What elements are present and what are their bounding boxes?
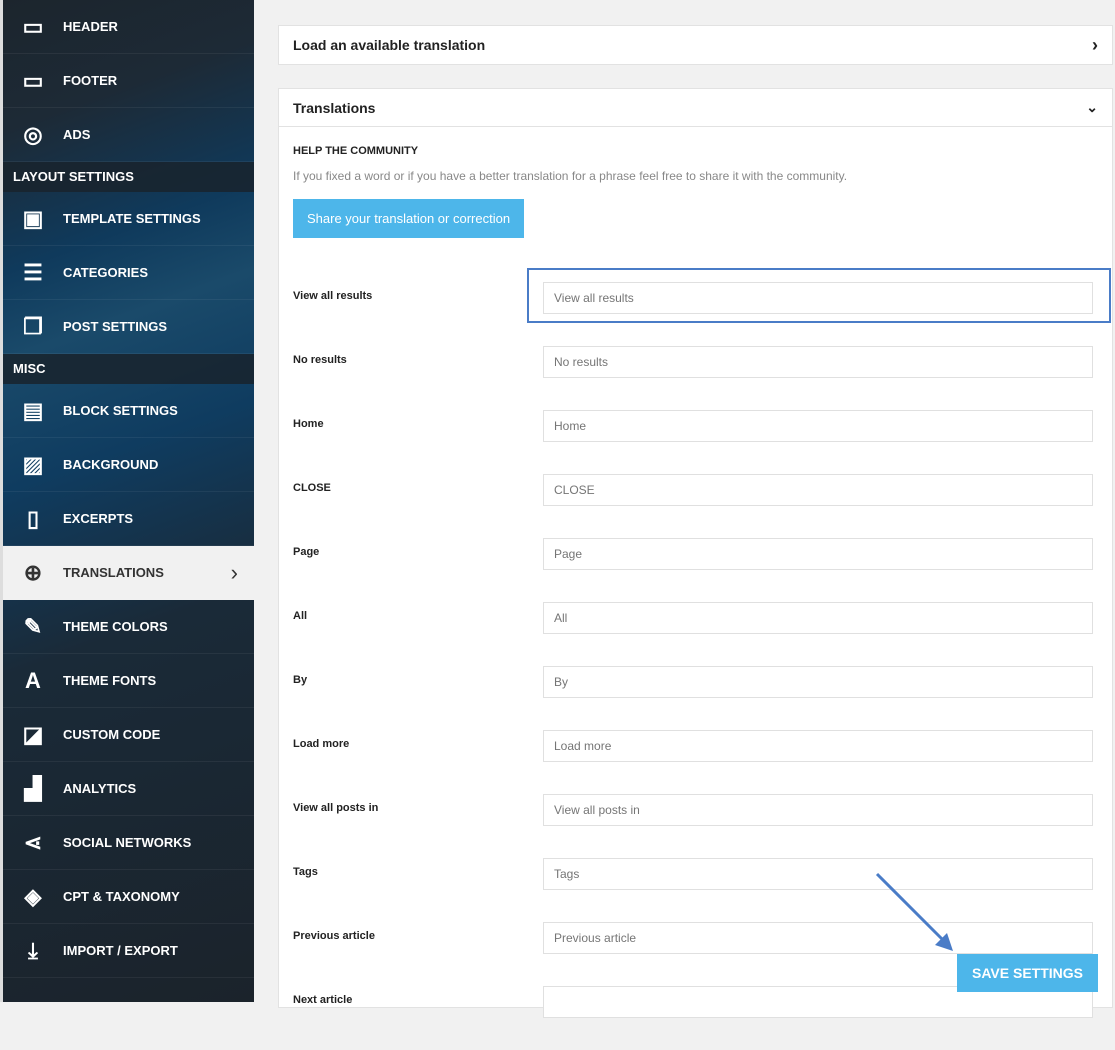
sidebar-item-import-export[interactable]: ⤓ IMPORT / EXPORT xyxy=(3,924,254,978)
sidebar-section: LAYOUT SETTINGS xyxy=(3,162,254,192)
translation-row: View all results xyxy=(279,268,1112,346)
sidebar-item-label: BLOCK SETTINGS xyxy=(63,403,178,418)
translation-input[interactable] xyxy=(543,730,1093,762)
sidebar-item-label: ANALYTICS xyxy=(63,781,137,796)
sidebar-item-block-settings[interactable]: ▤ BLOCK SETTINGS xyxy=(3,384,254,438)
footer-icon: ▭ xyxy=(22,67,44,93)
globe-icon: ⊕ xyxy=(23,559,43,585)
translation-row: Page xyxy=(279,538,1112,602)
block-icon: ▤ xyxy=(22,397,44,423)
sidebar-item-social-networks[interactable]: ⋖ SOCIAL NETWORKS xyxy=(3,816,254,870)
field-label: CLOSE xyxy=(293,482,331,494)
sidebar-item-ads[interactable]: ◎ ADS xyxy=(3,108,254,162)
translation-input[interactable] xyxy=(543,922,1093,954)
field-label: No results xyxy=(293,354,347,366)
sidebar-item-theme-colors[interactable]: ✎ THEME COLORS xyxy=(3,600,254,654)
chevron-right-icon[interactable]: › xyxy=(1092,35,1098,56)
sidebar-item-header[interactable]: ▭ HEADER xyxy=(3,0,254,54)
save-settings-button[interactable]: SAVE SETTINGS xyxy=(957,954,1098,992)
translation-row: By xyxy=(279,666,1112,730)
header-icon: ▭ xyxy=(22,13,44,39)
download-icon: ⤓ xyxy=(28,937,38,963)
translation-input[interactable] xyxy=(543,538,1093,570)
field-label: View all posts in xyxy=(293,802,379,814)
sidebar-item-label: CPT & TAXONOMY xyxy=(63,889,180,904)
sidebar-item-label: IMPORT / EXPORT xyxy=(63,943,178,958)
image-icon: ▨ xyxy=(22,451,44,477)
sidebar-item-footer[interactable]: ▭ FOOTER xyxy=(3,54,254,108)
code-icon: ◪ xyxy=(22,721,44,747)
sidebar-item-label: HEADER xyxy=(63,19,118,34)
share-translation-button[interactable]: Share your translation or correction xyxy=(293,199,525,238)
sidebar-item-categories[interactable]: ☰ CATEGORIES xyxy=(3,246,254,300)
sidebar-section: MISC xyxy=(3,354,254,384)
field-label: Home xyxy=(293,418,324,430)
post-icon: ❐ xyxy=(23,313,43,339)
sidebar-item-label: ADS xyxy=(63,127,91,142)
sidebar-item-post-settings[interactable]: ❐ POST SETTINGS xyxy=(3,300,254,354)
sidebar-item-label: TEMPLATE SETTINGS xyxy=(63,211,201,226)
field-label: All xyxy=(293,610,308,622)
sidebar-item-label: CUSTOM CODE xyxy=(63,727,161,742)
document-icon: ▯ xyxy=(26,505,40,531)
sidebar-item-label: THEME FONTS xyxy=(63,673,157,688)
brush-icon: ✎ xyxy=(23,613,43,639)
font-icon: A xyxy=(25,667,41,693)
translation-input[interactable] xyxy=(543,666,1093,698)
translation-row: Tags xyxy=(279,858,1112,922)
sidebar-item-label: THEME COLORS xyxy=(63,619,168,634)
translation-row: View all posts in xyxy=(279,794,1112,858)
chevron-right-icon: › xyxy=(230,559,238,585)
field-label: Page xyxy=(293,546,320,558)
sidebar-item-background[interactable]: ▨ BACKGROUND xyxy=(3,438,254,492)
field-label: Previous article xyxy=(293,930,375,942)
translation-row: Home xyxy=(279,410,1112,474)
share-icon: ⋖ xyxy=(23,829,43,855)
panel-title: Load an available translation xyxy=(293,37,486,53)
translation-row: Load more xyxy=(279,730,1112,794)
sidebar-item-custom-code[interactable]: ◪ CUSTOM CODE xyxy=(3,708,254,762)
field-label: View all results xyxy=(293,290,373,302)
translation-input[interactable] xyxy=(543,474,1093,506)
sidebar-item-theme-fonts[interactable]: A THEME FONTS xyxy=(3,654,254,708)
sidebar-item-label: EXCERPTS xyxy=(63,511,134,526)
sidebar-item-label: BACKGROUND xyxy=(63,457,159,472)
sidebar-item-label: POST SETTINGS xyxy=(63,319,168,334)
help-text: If you fixed a word or if you have a bet… xyxy=(293,169,848,183)
sidebar-item-label: CATEGORIES xyxy=(63,265,148,280)
translations-panel: Translations ⌄ HELP THE COMMUNITY If you … xyxy=(278,88,1113,1018)
sidebar-item-translations[interactable]: ⊕ TRANSLATIONS › xyxy=(3,546,254,600)
target-icon: ◎ xyxy=(23,121,43,147)
list-icon: ☰ xyxy=(23,259,43,285)
translation-input[interactable] xyxy=(543,282,1093,314)
sidebar-item-label: SOCIAL NETWORKS xyxy=(63,835,192,850)
chevron-down-icon[interactable]: ⌄ xyxy=(1086,99,1098,116)
field-label: Load more xyxy=(293,738,350,750)
translation-input[interactable] xyxy=(543,410,1093,442)
chart-icon: ▟ xyxy=(24,775,42,801)
sidebar-item-label: TRANSLATIONS xyxy=(63,565,164,580)
translation-input[interactable] xyxy=(543,858,1093,890)
translation-input[interactable] xyxy=(543,602,1093,634)
cube-icon: ◈ xyxy=(24,883,42,909)
load-translation-panel[interactable]: Load an available translation › xyxy=(278,25,1113,65)
panel-title: Translations xyxy=(293,99,376,116)
sidebar-item-template-settings[interactable]: ▣ TEMPLATE SETTINGS xyxy=(3,192,254,246)
template-icon: ▣ xyxy=(22,205,44,231)
sidebar-item-label: FOOTER xyxy=(63,73,118,88)
help-title: HELP THE COMMUNITY xyxy=(293,145,419,157)
field-label: By xyxy=(293,674,308,686)
field-label: Tags xyxy=(293,866,318,878)
translation-row: Next article xyxy=(279,986,1112,1050)
translation-row: No results xyxy=(279,346,1112,410)
sidebar-item-analytics[interactable]: ▟ ANALYTICS xyxy=(3,762,254,816)
field-label: Next article xyxy=(293,994,353,1006)
translation-row: CLOSE xyxy=(279,474,1112,538)
sidebar-item-cpt-taxonomy[interactable]: ◈ CPT & TAXONOMY xyxy=(3,870,254,924)
translation-input[interactable] xyxy=(543,794,1093,826)
sidebar-item-excerpts[interactable]: ▯ EXCERPTS xyxy=(3,492,254,546)
translation-row: All xyxy=(279,602,1112,666)
translation-input[interactable] xyxy=(543,346,1093,378)
sidebar: ▭ HEADER ▭ FOOTER ◎ ADS LAYOUT SETTINGS ▣ TEMPLA… xyxy=(0,0,254,1002)
